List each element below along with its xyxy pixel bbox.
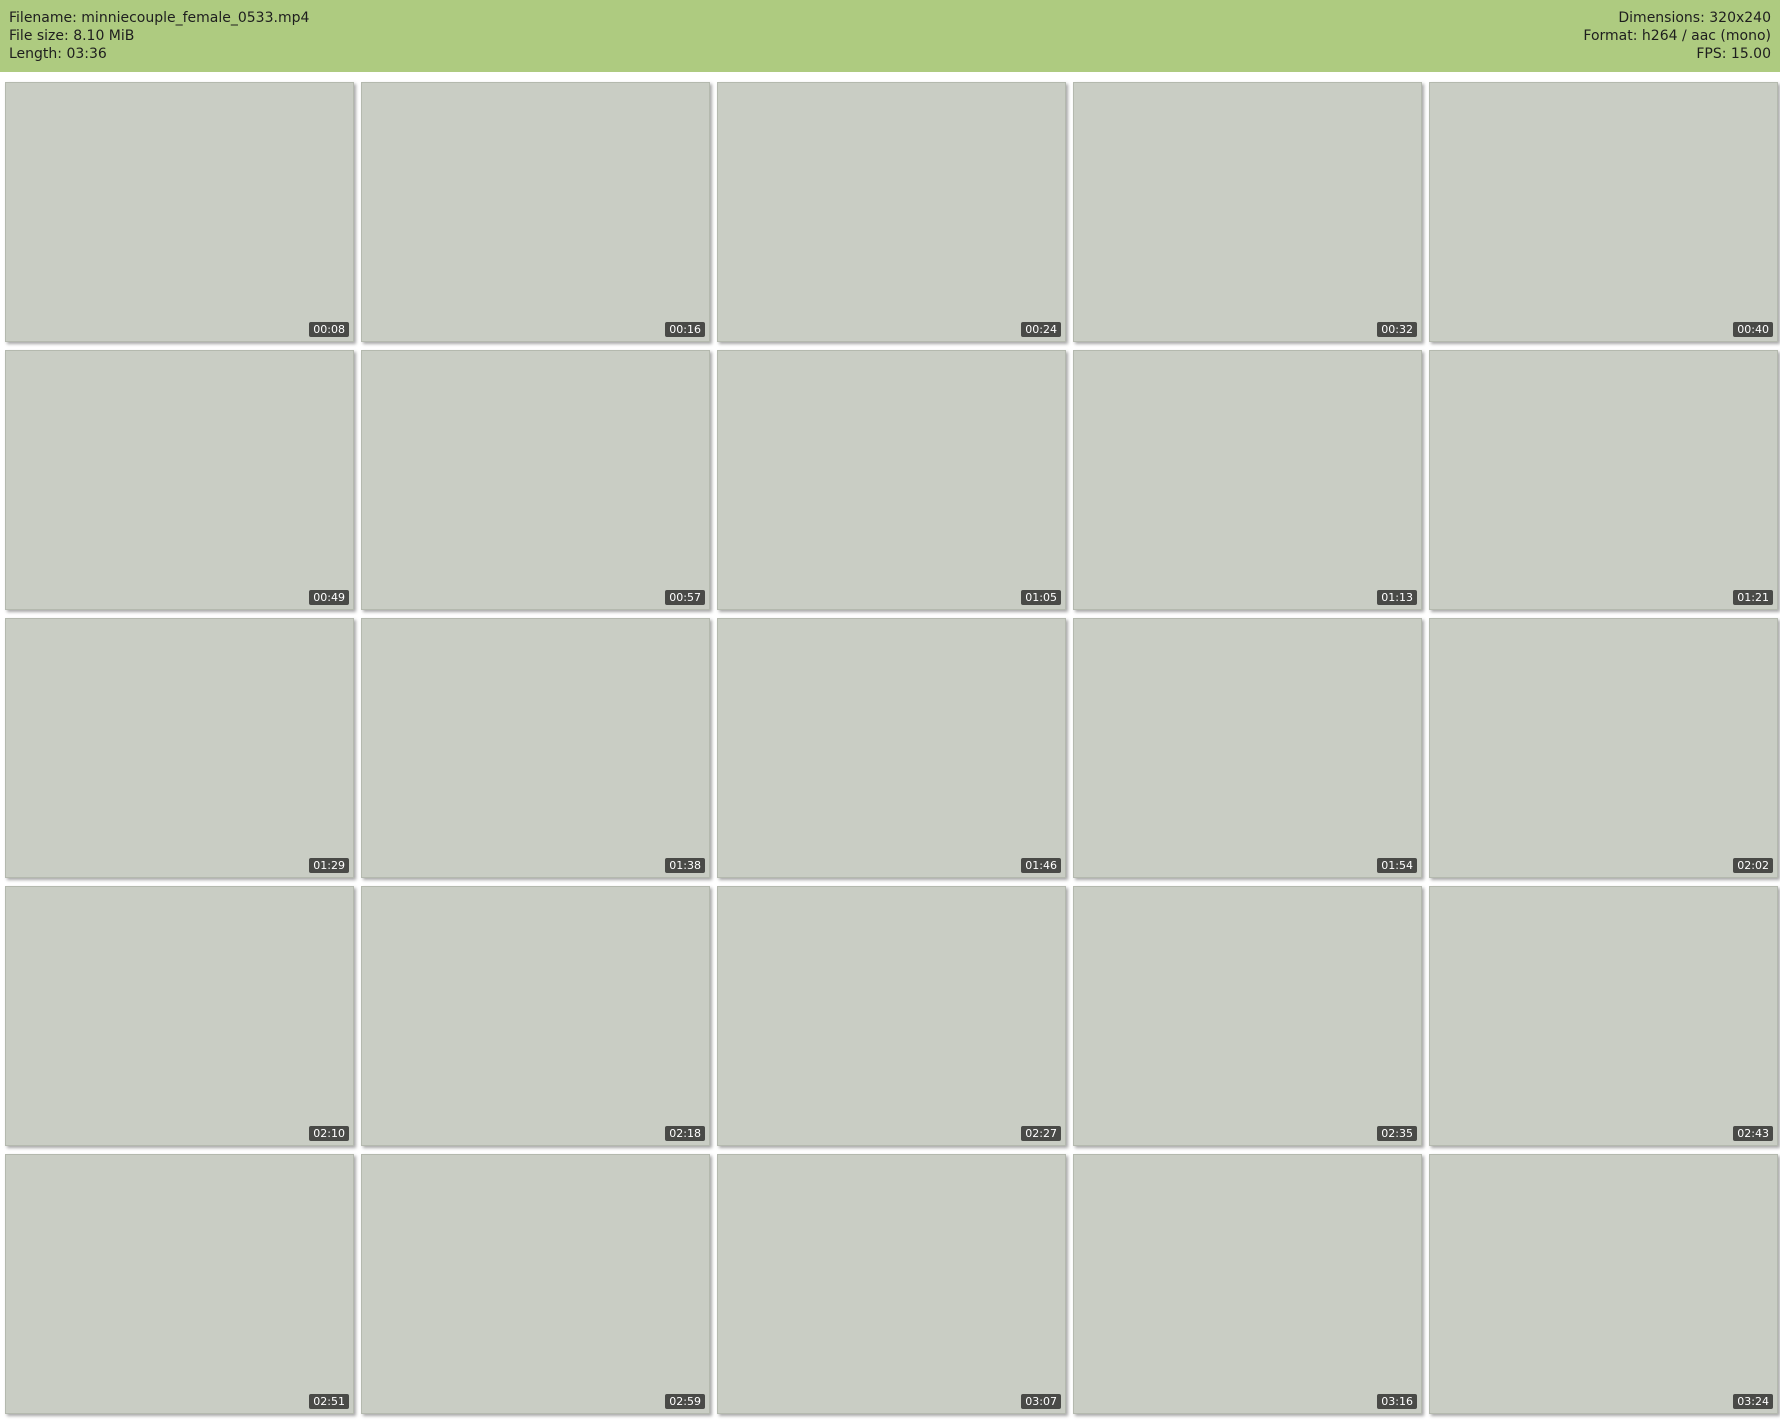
thumbnail-tile: 02:51: [5, 1154, 354, 1414]
frame-placeholder: [362, 887, 709, 1145]
timestamp-label: 02:59: [665, 1394, 705, 1409]
thumbnail-tile: 01:38: [361, 618, 710, 878]
frame-placeholder: [362, 83, 709, 341]
dimensions-text: Dimensions: 320x240: [1618, 10, 1771, 26]
timestamp-label: 01:29: [309, 858, 349, 873]
frame-placeholder: [1074, 351, 1421, 609]
filename-text: Filename: minniecouple_female_0533.mp4: [9, 10, 310, 26]
thumbnail-tile: 00:08: [5, 82, 354, 342]
frame-placeholder: [1430, 351, 1777, 609]
timestamp-label: 00:16: [665, 322, 705, 337]
timestamp-label: 03:07: [1021, 1394, 1061, 1409]
thumbnail-tile: 01:54: [1073, 618, 1422, 878]
thumbnail-tile: 02:10: [5, 886, 354, 1146]
frame-placeholder: [6, 83, 353, 341]
frame-placeholder: [718, 83, 1065, 341]
timestamp-label: 01:13: [1377, 590, 1417, 605]
timestamp-label: 00:57: [665, 590, 705, 605]
frame-placeholder: [718, 619, 1065, 877]
timestamp-label: 02:51: [309, 1394, 349, 1409]
timestamp-label: 01:46: [1021, 858, 1061, 873]
thumbnail-tile: 01:13: [1073, 350, 1422, 610]
format-text: Format: h264 / aac (mono): [1583, 28, 1771, 44]
frame-placeholder: [6, 887, 353, 1145]
header-left: Filename: minniecouple_female_0533.mp4 F…: [9, 9, 309, 63]
thumbnail-tile: 02:43: [1429, 886, 1778, 1146]
frame-placeholder: [1074, 1155, 1421, 1413]
timestamp-label: 01:38: [665, 858, 705, 873]
timestamp-label: 00:49: [309, 590, 349, 605]
thumbnail-tile: 02:35: [1073, 886, 1422, 1146]
thumbnail-tile: 03:07: [717, 1154, 1066, 1414]
timestamp-label: 02:02: [1733, 858, 1773, 873]
thumbnail-tile: 00:24: [717, 82, 1066, 342]
timestamp-label: 01:21: [1733, 590, 1773, 605]
thumbnail-tile: 03:16: [1073, 1154, 1422, 1414]
thumbnail-tile: 02:27: [717, 886, 1066, 1146]
thumbnail-tile: 01:21: [1429, 350, 1778, 610]
length-text: Length: 03:36: [9, 46, 107, 62]
frame-placeholder: [1430, 1155, 1777, 1413]
frame-placeholder: [718, 1155, 1065, 1413]
timestamp-label: 02:27: [1021, 1126, 1061, 1141]
timestamp-label: 02:35: [1377, 1126, 1417, 1141]
frame-placeholder: [6, 351, 353, 609]
frame-placeholder: [718, 351, 1065, 609]
frame-placeholder: [362, 351, 709, 609]
thumbnail-tile: 02:02: [1429, 618, 1778, 878]
timestamp-label: 02:43: [1733, 1126, 1773, 1141]
header-right: Dimensions: 320x240 Format: h264 / aac (…: [1583, 9, 1771, 63]
frame-placeholder: [1074, 83, 1421, 341]
timestamp-label: 03:24: [1733, 1394, 1773, 1409]
timestamp-label: 01:05: [1021, 590, 1061, 605]
frame-placeholder: [1430, 83, 1777, 341]
thumbnail-tile: 03:24: [1429, 1154, 1778, 1414]
timestamp-label: 03:16: [1377, 1394, 1417, 1409]
timestamp-label: 02:18: [665, 1126, 705, 1141]
thumbnail-tile: 00:32: [1073, 82, 1422, 342]
frame-placeholder: [1074, 619, 1421, 877]
frame-placeholder: [362, 619, 709, 877]
thumbnail-tile: 01:46: [717, 618, 1066, 878]
frame-placeholder: [1074, 887, 1421, 1145]
frame-placeholder: [6, 1155, 353, 1413]
fps-text: FPS: 15.00: [1696, 46, 1771, 62]
thumbnail-tile: 00:16: [361, 82, 710, 342]
thumbnail-tile: 01:29: [5, 618, 354, 878]
timestamp-label: 00:40: [1733, 322, 1773, 337]
info-header: Filename: minniecouple_female_0533.mp4 F…: [0, 0, 1780, 72]
thumbnail-tile: 02:18: [361, 886, 710, 1146]
timestamp-label: 00:08: [309, 322, 349, 337]
thumbnail-tile: 02:59: [361, 1154, 710, 1414]
thumbnail-tile: 00:40: [1429, 82, 1778, 342]
frame-placeholder: [718, 887, 1065, 1145]
thumbnail-grid: 00:08 00:16 00:24 00:32 00:40 00:49 00:57 01:05…: [5, 82, 1778, 1414]
frame-placeholder: [1430, 887, 1777, 1145]
timestamp-label: 01:54: [1377, 858, 1417, 873]
timestamp-label: 00:32: [1377, 322, 1417, 337]
thumbnail-tile: 01:05: [717, 350, 1066, 610]
frame-placeholder: [362, 1155, 709, 1413]
timestamp-label: 02:10: [309, 1126, 349, 1141]
thumbnail-tile: 00:49: [5, 350, 354, 610]
frame-placeholder: [1430, 619, 1777, 877]
timestamp-label: 00:24: [1021, 322, 1061, 337]
filesize-text: File size: 8.10 MiB: [9, 28, 135, 44]
frame-placeholder: [6, 619, 353, 877]
thumbnail-tile: 00:57: [361, 350, 710, 610]
